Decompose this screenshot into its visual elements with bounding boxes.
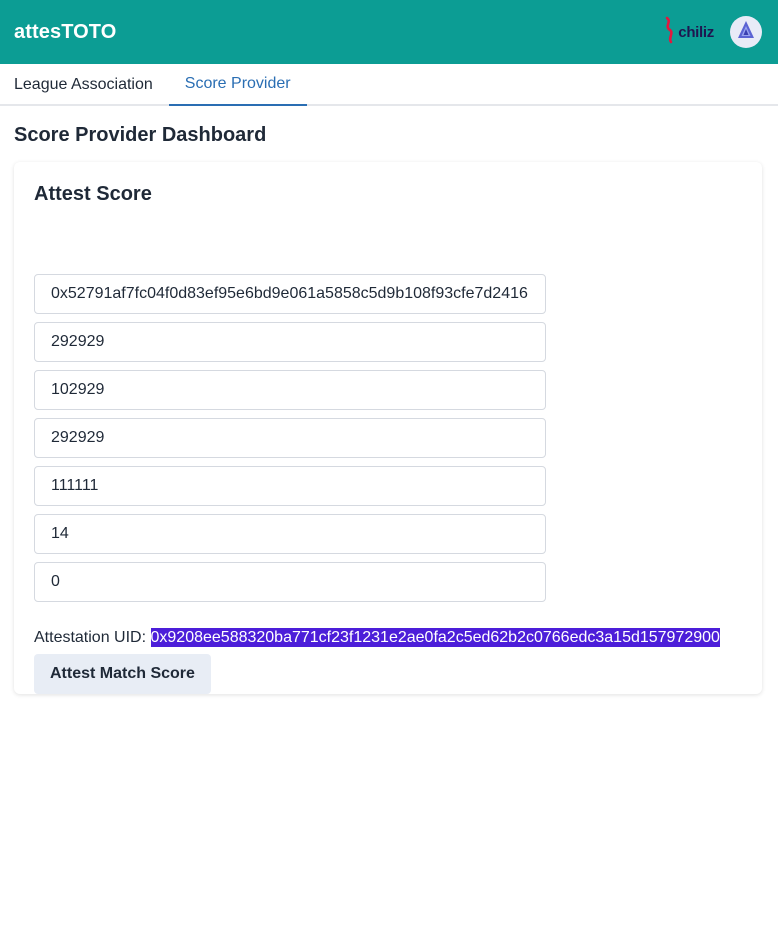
header-actions: chiliz [662,16,762,48]
card-title: Attest Score [34,183,152,205]
tab-score-provider[interactable]: Score Provider [168,64,307,106]
chiliz-logo-text: chiliz [678,23,714,41]
away-score-field[interactable] [34,562,546,602]
home-score-field[interactable] [34,514,546,554]
chiliz-logo[interactable]: chiliz [662,16,714,48]
chiliz-flame-icon [662,16,676,49]
attest-match-score-button[interactable]: Attest Match Score [34,654,211,694]
attestation-uid-value[interactable]: 0x9208ee588320ba771cf23f1231e2ae0fa2c5ed… [150,628,720,647]
page-title: Score Provider Dashboard [14,124,267,146]
attestation-uid-label: Attestation UID: [34,629,147,646]
avatar[interactable] [730,16,762,48]
arbitrum-style-avatar-icon [735,19,757,46]
attest-score-card: Attest Score Attestation UID: 0x9208ee58… [14,162,762,694]
tab-league-association[interactable]: League Association [0,64,169,106]
match-id-field[interactable] [34,322,546,362]
home-team-field[interactable] [34,370,546,410]
attest-form-fields [34,274,742,602]
app-header: attesTOTO chiliz [0,0,778,64]
attestation-uid-row: Attestation UID: 0x9208ee588320ba771cf23… [34,626,742,650]
app-title[interactable]: attesTOTO [14,21,116,44]
schema-address-field[interactable] [34,274,546,314]
away-team-field[interactable] [34,418,546,458]
tab-bar: League Association Score Provider [0,64,778,106]
league-id-field[interactable] [34,466,546,506]
